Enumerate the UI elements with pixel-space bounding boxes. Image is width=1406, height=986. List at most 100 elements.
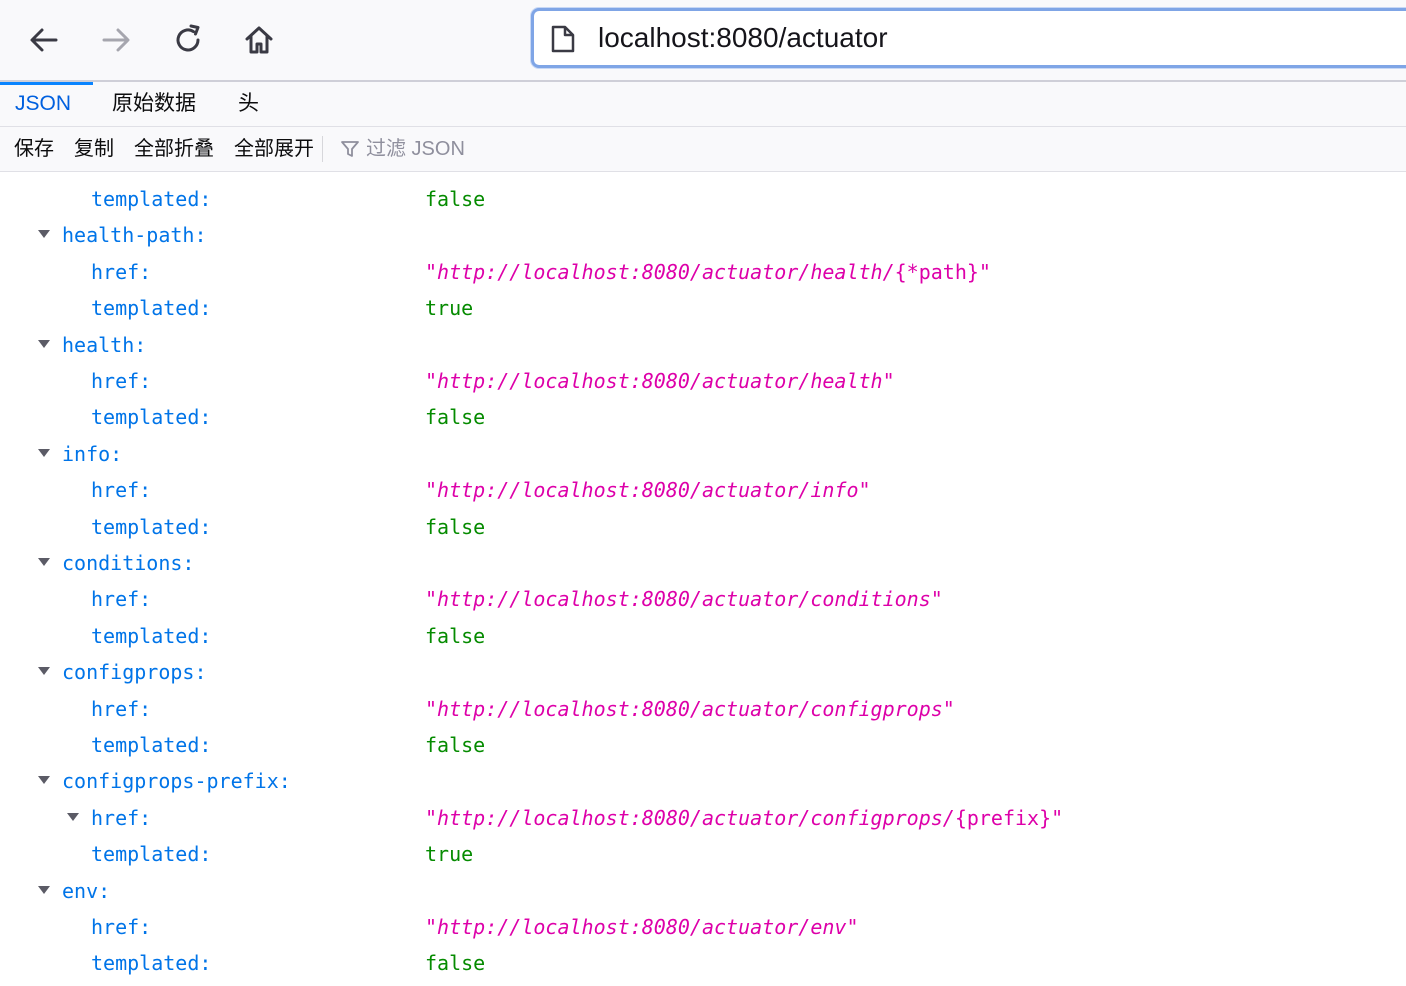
json-property-row: templated: true (0, 836, 1406, 872)
expand-toggle-icon[interactable] (38, 230, 50, 239)
url-text[interactable]: localhost:8080/actuator (598, 21, 888, 55)
json-boolean-value: false (425, 623, 486, 648)
forward-button[interactable] (93, 17, 139, 63)
json-string-url: http://localhost:8080/actuator/info (437, 478, 859, 503)
navigation-toolbar: localhost:8080/actuator (0, 0, 1406, 82)
json-property-row: href: "http://localhost:8080/actuator/con… (0, 691, 1406, 727)
json-property-row: templated: false (0, 509, 1406, 545)
json-key: templated: (91, 623, 212, 648)
json-boolean-value: false (425, 187, 486, 211)
forward-icon (102, 28, 130, 52)
expand-toggle-icon[interactable] (38, 448, 50, 457)
json-key: configprops: (62, 660, 207, 685)
json-string-value: "http://localhost:8080/actuator/info" (425, 478, 871, 503)
json-toolbar: 保存 复制 全部折叠 全部展开 过滤 JSON (0, 127, 1406, 172)
reload-button[interactable] (165, 17, 211, 63)
json-property-row: href: "http://localhost:8080/actuator/hea… (0, 363, 1406, 399)
json-boolean-value: true (425, 842, 474, 867)
json-property-row: templated: false (0, 399, 1406, 435)
filter-placeholder: 过滤 JSON (366, 138, 465, 160)
json-object-row[interactable]: health-path: (0, 217, 1406, 253)
json-property-row: templated: false (0, 181, 1406, 217)
page-icon (551, 25, 575, 53)
json-object-row[interactable]: conditions: (0, 545, 1406, 581)
json-object-row[interactable]: health: (0, 327, 1406, 363)
json-string-value: "http://localhost:8080/actuator/configpr… (425, 805, 1064, 830)
json-key: info: (62, 441, 123, 466)
json-key: templated: (91, 951, 212, 976)
json-key: templated: (91, 514, 212, 539)
expand-all-button[interactable]: 全部展开 (234, 127, 314, 171)
json-boolean-value: true (425, 296, 474, 321)
json-string-url: http://localhost:8080/actuator/env (437, 915, 847, 939)
json-property-row: templated: false (0, 945, 1406, 981)
json-object-row[interactable]: env: (0, 873, 1406, 909)
json-key: href: (91, 587, 152, 612)
filter-icon (341, 141, 359, 157)
expand-toggle-icon[interactable] (38, 339, 50, 348)
json-string-url: http://localhost:8080/actuator/health/ (437, 259, 895, 284)
json-string-template: {*path} (894, 259, 979, 284)
json-key: href: (91, 369, 152, 393)
json-key: configprops-prefix: (62, 769, 291, 794)
json-property-row: href: "http://localhost:8080/actuator/inf… (0, 472, 1406, 508)
json-boolean-value: false (425, 405, 486, 430)
tab-headers[interactable]: 头 (238, 82, 259, 126)
json-string-value: "http://localhost:8080/actuator/health/{… (425, 259, 991, 284)
json-tree-viewer: , templated: false health-path: href: "http:… (0, 172, 1406, 986)
json-string-value: "http://localhost:8080/actuator/conditio… (425, 587, 943, 612)
collapse-all-button[interactable]: 全部折叠 (134, 127, 214, 171)
json-key: href: (91, 259, 152, 284)
json-boolean-value: false (425, 514, 486, 539)
json-key: href: (91, 696, 152, 721)
tab-json[interactable]: JSON (15, 82, 71, 126)
expand-toggle-icon[interactable] (38, 558, 50, 566)
json-string-url: http://localhost:8080/actuator/configpro… (437, 805, 955, 830)
home-button[interactable] (236, 17, 282, 63)
json-string-url: http://localhost:8080/actuator/condition… (437, 587, 931, 612)
home-icon (245, 26, 273, 54)
viewer-tabs: JSON 原始数据 头 (0, 82, 1406, 127)
json-key: templated: (91, 405, 212, 430)
json-key: templated: (91, 187, 212, 211)
json-property-row: href: "http://localhost:8080/actuator/env… (0, 909, 1406, 945)
json-key: conditions: (62, 551, 195, 575)
expand-toggle-icon[interactable] (38, 885, 50, 894)
save-button[interactable]: 保存 (14, 127, 54, 171)
json-property-row: href: "http://localhost:8080/actuator/con… (0, 800, 1406, 836)
tab-raw-data[interactable]: 原始数据 (112, 82, 196, 126)
json-string-value: "http://localhost:8080/actuator/configpr… (425, 696, 955, 721)
json-string-value: "http://localhost:8080/actuator/health" (425, 369, 895, 393)
json-object-row[interactable]: configprops-prefix: (0, 763, 1406, 799)
json-property-row: href: "http://localhost:8080/actuator/con… (0, 581, 1406, 617)
filter-json-input[interactable]: 过滤 JSON (336, 127, 636, 171)
active-tab-indicator (0, 82, 93, 85)
expand-toggle-icon[interactable] (38, 667, 50, 676)
json-key: href: (91, 805, 152, 830)
json-key: templated: (91, 733, 212, 757)
toolbar-divider (322, 136, 323, 162)
json-property-row: href: "http://localhost:8080/actuator/hea… (0, 254, 1406, 290)
expand-toggle-icon[interactable] (38, 776, 50, 785)
back-icon (30, 28, 58, 52)
back-button[interactable] (21, 17, 67, 63)
json-key: href: (91, 478, 152, 503)
copy-button[interactable]: 复制 (74, 127, 114, 171)
json-string-value: "http://localhost:8080/actuator/env" (425, 915, 859, 939)
json-key: health: (62, 332, 147, 357)
json-object-row[interactable]: info: (0, 436, 1406, 472)
clipped-previous-value: , (425, 172, 437, 180)
json-object-row[interactable]: configprops: (0, 654, 1406, 690)
address-bar[interactable]: localhost:8080/actuator (531, 8, 1406, 68)
json-property-row: templated: false (0, 618, 1406, 654)
json-property-row: templated: true (0, 290, 1406, 326)
json-key: href: (91, 915, 152, 939)
json-property-row: templated: false (0, 727, 1406, 763)
json-string-url: http://localhost:8080/actuator/configpro… (437, 696, 943, 721)
expand-toggle-icon[interactable] (67, 812, 79, 821)
json-key: health-path: (62, 223, 207, 248)
json-string-template: {prefix} (954, 805, 1052, 830)
json-string-url: http://localhost:8080/actuator/health (437, 369, 883, 393)
json-key: templated: (91, 842, 212, 867)
reload-icon (176, 24, 200, 52)
